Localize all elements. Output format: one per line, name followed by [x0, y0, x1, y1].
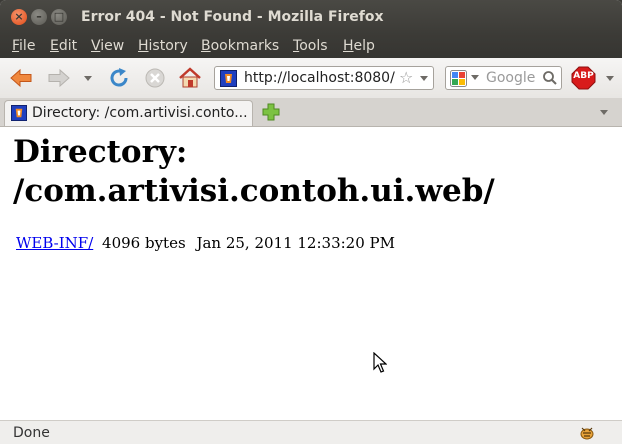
- adblock-dropdown-icon[interactable]: [604, 74, 616, 84]
- url-text: http://localhost:8080/: [244, 70, 395, 86]
- page-heading: Directory: /com.artivisi.contoh.ui.web/: [13, 134, 495, 209]
- tab-bar: Directory: /com.artivisi.conto...: [0, 98, 622, 127]
- search-engine-dropdown-icon[interactable]: [470, 74, 480, 82]
- adblock-label: ABP: [573, 71, 594, 81]
- minimize-window-button[interactable]: –: [31, 9, 47, 25]
- entry-modified: Jan 25, 2011 12:33:20 PM: [196, 234, 395, 252]
- tab-directory[interactable]: Directory: /com.artivisi.conto...: [4, 100, 253, 126]
- close-window-button[interactable]: ×: [11, 9, 27, 25]
- menu-bookmarks[interactable]: Bookmarks: [201, 38, 279, 54]
- browser-window: × – □ Error 404 - Not Found - Mozilla Fi…: [0, 0, 622, 444]
- new-tab-plus-icon[interactable]: [262, 103, 280, 121]
- menu-bar: File Edit View History Bookmarks Tools H…: [0, 34, 622, 58]
- maximize-window-button[interactable]: □: [51, 9, 67, 25]
- entry-link[interactable]: WEB-INF/: [16, 234, 93, 252]
- menu-file[interactable]: File: [12, 38, 35, 54]
- forward-arrow-icon[interactable]: [46, 66, 72, 90]
- tab-favicon-icon: [11, 105, 27, 121]
- url-dropdown-icon[interactable]: [418, 73, 430, 83]
- menu-history[interactable]: History: [138, 38, 188, 54]
- menu-edit[interactable]: Edit: [50, 38, 77, 54]
- menu-view[interactable]: View: [91, 38, 124, 54]
- entry-size: 4096 bytes: [102, 234, 186, 252]
- window-title: Error 404 - Not Found - Mozilla Firefox: [81, 9, 384, 25]
- site-favicon-icon: [220, 70, 237, 87]
- page-content: Directory: /com.artivisi.contoh.ui.web/ …: [0, 127, 622, 420]
- title-bar: × – □ Error 404 - Not Found - Mozilla Fi…: [0, 0, 622, 34]
- adblock-button[interactable]: ABP: [571, 66, 596, 90]
- search-bar[interactable]: Google: [445, 66, 562, 90]
- directory-listing: WEB-INF/ 4096 bytes Jan 25, 2011 12:33:2…: [16, 234, 395, 252]
- home-icon[interactable]: [177, 66, 203, 90]
- history-dropdown-icon[interactable]: [80, 66, 96, 90]
- tab-list-dropdown-icon[interactable]: [598, 108, 610, 118]
- back-arrow-icon[interactable]: [8, 66, 34, 90]
- stop-icon[interactable]: [142, 66, 168, 90]
- mouse-cursor-icon: [373, 352, 387, 373]
- search-icon[interactable]: [542, 70, 558, 86]
- bookmark-star-icon[interactable]: ☆: [399, 68, 413, 87]
- reload-icon[interactable]: [106, 66, 132, 90]
- addon-bug-icon[interactable]: [578, 424, 596, 441]
- status-bar: Done: [0, 420, 622, 444]
- address-bar[interactable]: http://localhost:8080/ ☆: [214, 66, 434, 90]
- google-engine-icon[interactable]: [450, 70, 467, 87]
- search-input[interactable]: Google: [486, 70, 535, 86]
- navigation-toolbar: http://localhost:8080/ ☆ Google ABP: [0, 58, 622, 99]
- menu-help[interactable]: Help: [343, 38, 375, 54]
- tab-title: Directory: /com.artivisi.conto...: [32, 105, 248, 121]
- status-text: Done: [13, 425, 50, 441]
- menu-tools[interactable]: Tools: [293, 38, 328, 54]
